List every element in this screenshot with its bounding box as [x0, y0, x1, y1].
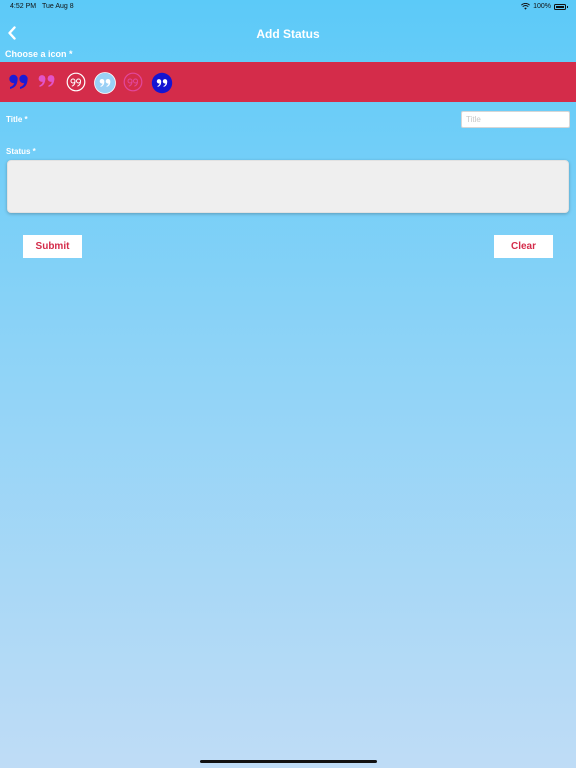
icon-option-2[interactable]	[37, 72, 57, 92]
title-input[interactable]	[461, 111, 570, 128]
submit-button[interactable]: Submit	[23, 235, 82, 258]
wifi-icon	[521, 3, 531, 10]
battery-icon	[554, 3, 568, 10]
nav-bar: Add Status	[0, 20, 576, 48]
title-label: Title *	[6, 115, 28, 124]
icon-option-4[interactable]	[94, 72, 116, 94]
clear-button[interactable]: Clear	[494, 235, 553, 258]
status-bar: 4:52 PM Tue Aug 8 100%	[0, 0, 576, 14]
status-right: 100%	[521, 3, 568, 10]
home-indicator	[200, 760, 377, 763]
quote-circle-icon	[94, 72, 116, 94]
icon-option-1[interactable]	[8, 72, 28, 92]
status-time: 4:52 PM	[10, 3, 37, 10]
battery-percent: 100%	[533, 3, 551, 10]
choose-icon-label: Choose a icon *	[5, 49, 73, 59]
status-label: Status *	[6, 147, 36, 156]
quote-circle-outline-icon	[123, 72, 143, 92]
quote-icon	[38, 75, 55, 87]
quote-circle-icon	[151, 72, 173, 94]
status-date: Tue Aug 8	[42, 3, 74, 10]
quote-icon	[9, 74, 28, 89]
quote-circle-outline-icon	[66, 72, 86, 92]
icon-picker-strip	[0, 62, 576, 102]
icon-option-3[interactable]	[66, 72, 86, 92]
status-textarea[interactable]	[7, 160, 569, 213]
page-title: Add Status	[256, 27, 320, 41]
icon-option-5[interactable]	[123, 72, 143, 92]
icon-option-6[interactable]	[151, 72, 173, 94]
